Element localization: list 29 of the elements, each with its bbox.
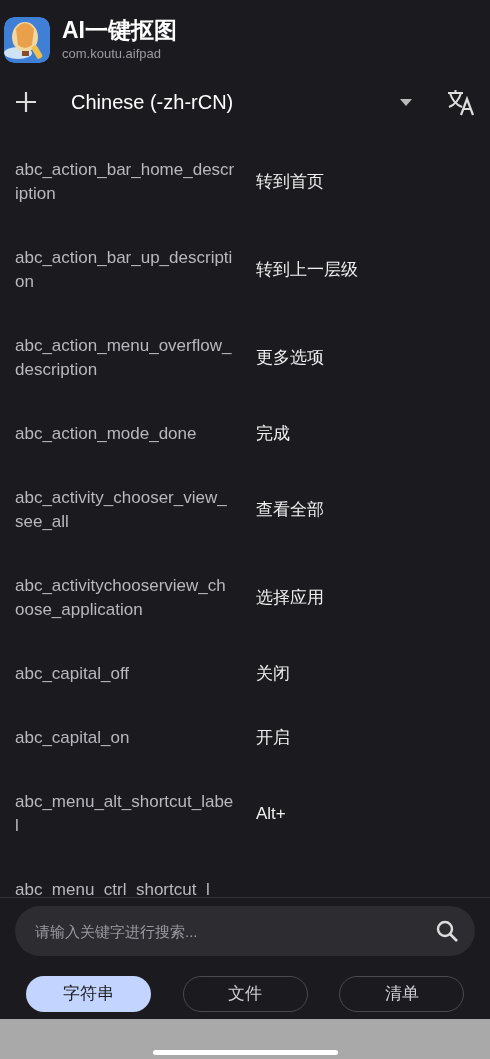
- string-value: 开启: [256, 727, 290, 749]
- app-name: AI一键抠图: [62, 16, 177, 45]
- string-value: 完成: [256, 423, 290, 445]
- string-key: abc_action_menu_overflow_description: [15, 334, 235, 382]
- tab[interactable]: 字符串: [26, 976, 151, 1012]
- string-key: abc_activity_chooser_view_see_all: [15, 486, 235, 534]
- string-value: 转到首页: [256, 171, 324, 193]
- string-key: abc_action_bar_up_description: [15, 246, 235, 294]
- app-icon: [4, 17, 50, 63]
- translate-icon[interactable]: [446, 88, 476, 116]
- search-icon[interactable]: [435, 919, 459, 943]
- string-value: 转到上一层级: [256, 259, 358, 281]
- search-field[interactable]: 请输入关键字进行搜索...: [15, 906, 475, 956]
- plus-icon: [15, 91, 37, 113]
- package-name: com.koutu.aifpad: [62, 45, 162, 64]
- string-key: abc_menu_alt_shortcut_label: [15, 790, 235, 838]
- string-key: abc_capital_off: [15, 662, 235, 686]
- string-value: 关闭: [256, 663, 290, 685]
- string-key: abc_action_bar_home_description: [15, 158, 235, 206]
- string-value: 选择应用: [256, 587, 324, 609]
- string-value: Alt+: [256, 803, 286, 825]
- string-key: abc_capital_on: [15, 726, 235, 750]
- string-key: abc_activitychooserview_choose_application: [15, 574, 235, 622]
- language-dropdown[interactable]: Chinese (-zh-rCN): [71, 87, 412, 117]
- caret-icon: [400, 98, 412, 106]
- string-value: 查看全部: [256, 499, 324, 521]
- string-value: 更多选项: [256, 347, 324, 369]
- add-button[interactable]: [14, 90, 38, 114]
- string-key: abc_action_mode_done: [15, 422, 235, 446]
